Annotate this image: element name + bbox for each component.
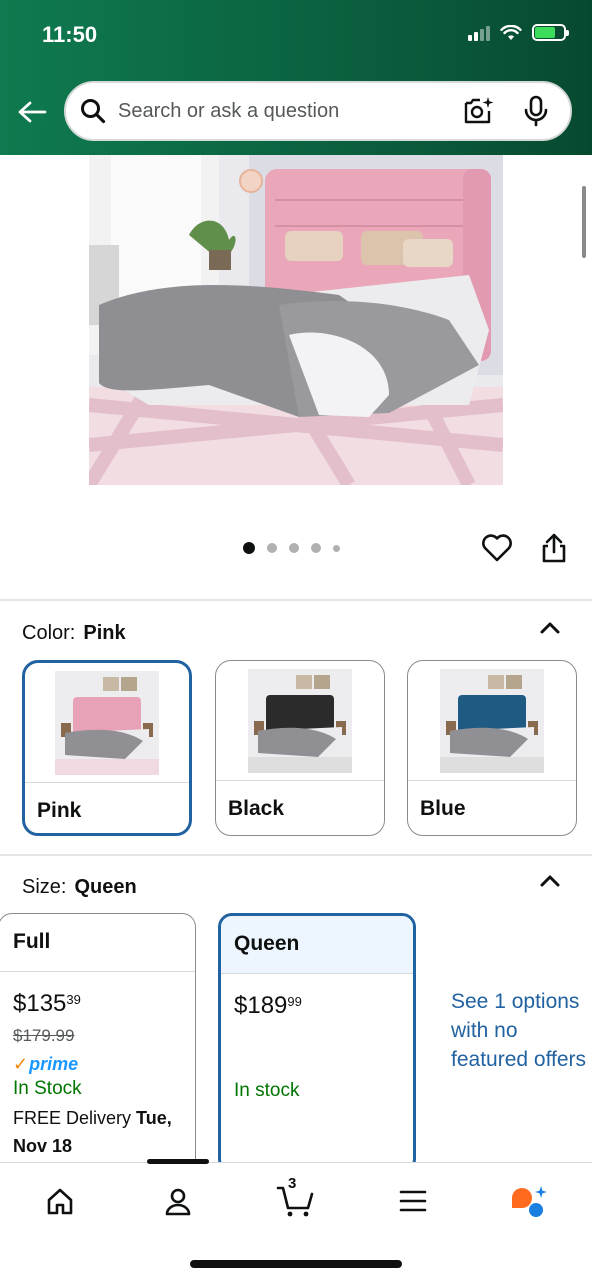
- color-label: Color:: [22, 622, 76, 644]
- see-options-link[interactable]: See 1 options with no featured offers: [451, 987, 591, 1074]
- pagination-dot[interactable]: [333, 544, 340, 552]
- wifi-icon: [500, 24, 522, 40]
- pagination-dot[interactable]: [311, 543, 321, 553]
- size-title: Size: Queen: [22, 876, 137, 899]
- heart-icon: [482, 534, 512, 562]
- color-option-pink[interactable]: Pink: [22, 660, 192, 836]
- pagination-dot[interactable]: [267, 543, 277, 553]
- color-thumbnail: [216, 661, 384, 781]
- size-option-full[interactable]: Full $13539 $179.99 ✓prime In Stock FREE…: [0, 913, 196, 1173]
- size-selected-value: Queen: [74, 876, 137, 898]
- stock-status: In Stock: [13, 1078, 82, 1099]
- collapse-color-button[interactable]: [535, 613, 565, 643]
- prime-label: prime: [29, 1054, 79, 1074]
- prime-check-icon: ✓: [13, 1054, 29, 1074]
- nav-menu[interactable]: [383, 1179, 443, 1223]
- color-title: Color: Pink: [22, 622, 126, 645]
- cart-count-badge: 3: [288, 1175, 297, 1192]
- color-thumbnail: [408, 661, 576, 781]
- user-icon: [165, 1188, 191, 1216]
- section-divider: [0, 599, 592, 601]
- price-whole: $135: [13, 990, 67, 1017]
- size-label: Size:: [22, 876, 67, 898]
- delivery-info: FREE Delivery Tue, Nov 18: [13, 1104, 183, 1160]
- status-time: 11:50: [42, 22, 98, 47]
- size-option-label: Queen: [221, 916, 413, 974]
- active-tab-indicator: [147, 1159, 209, 1164]
- back-button[interactable]: [14, 94, 50, 130]
- list-price: $179.99: [13, 1026, 75, 1045]
- pagination-dot[interactable]: [243, 542, 255, 554]
- price-fraction: 39: [66, 992, 81, 1007]
- image-pagination[interactable]: [243, 542, 340, 554]
- cellular-signal-icon: [468, 25, 490, 41]
- nav-home[interactable]: [30, 1179, 90, 1223]
- color-selected-value: Pink: [83, 622, 126, 644]
- product-image[interactable]: [89, 155, 503, 485]
- camera-sparkle-icon: [464, 97, 494, 124]
- collapse-size-button[interactable]: [535, 866, 565, 896]
- color-thumbnail: [25, 663, 189, 783]
- add-to-list-button[interactable]: [480, 531, 514, 565]
- microphone-icon: [524, 95, 548, 127]
- size-option-queen[interactable]: Queen $18999 In stock: [218, 913, 416, 1173]
- price-whole: $189: [234, 992, 288, 1019]
- delivery-prefix: FREE Delivery: [13, 1108, 132, 1128]
- color-option-label: Blue: [420, 797, 466, 820]
- product-page: 11:50 Search or ask a question Color: Pi…: [0, 0, 592, 1280]
- price: $13539: [13, 990, 81, 1018]
- battery-charging-icon: [532, 24, 569, 41]
- color-option-black[interactable]: Black: [215, 660, 385, 836]
- prime-badge: ✓prime: [13, 1054, 78, 1075]
- scroll-indicator: [582, 186, 586, 258]
- nav-rufus-assistant[interactable]: [498, 1179, 558, 1223]
- pagination-dot[interactable]: [289, 543, 299, 553]
- status-icons: [468, 24, 569, 41]
- stock-status: In stock: [234, 1080, 300, 1101]
- nav-cart[interactable]: 3: [266, 1175, 326, 1223]
- voice-search-button[interactable]: [516, 91, 556, 131]
- color-option-label: Pink: [37, 799, 82, 822]
- search-input[interactable]: Search or ask a question: [118, 100, 458, 123]
- search-icon: [81, 99, 106, 124]
- menu-icon: [399, 1190, 427, 1212]
- nav-account[interactable]: [148, 1179, 208, 1223]
- share-button[interactable]: [537, 531, 571, 565]
- bed-photo: [89, 155, 503, 485]
- camera-search-button[interactable]: [458, 91, 498, 131]
- home-indicator: [190, 1260, 402, 1268]
- color-option-label: Black: [228, 797, 285, 820]
- app-header: 11:50 Search or ask a question: [0, 0, 592, 155]
- price-fraction: 99: [287, 994, 302, 1009]
- chevron-up-icon: [540, 875, 560, 887]
- color-option-blue[interactable]: Blue: [407, 660, 577, 836]
- home-icon: [47, 1188, 73, 1215]
- price: $18999: [234, 992, 302, 1020]
- share-icon: [542, 533, 566, 563]
- arrow-left-icon: [18, 101, 47, 123]
- ai-assistant-icon: [512, 1186, 547, 1217]
- chevron-up-icon: [540, 622, 560, 634]
- search-bar[interactable]: Search or ask a question: [64, 81, 572, 141]
- section-divider: [0, 854, 592, 856]
- size-option-label: Full: [0, 914, 195, 972]
